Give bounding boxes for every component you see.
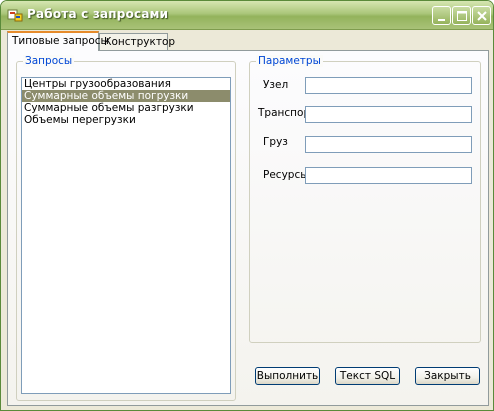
maximize-icon [457, 11, 467, 21]
resources-label: Ресурсы [263, 169, 309, 181]
node-label: Узел [263, 79, 289, 91]
params-legend: Параметры [256, 55, 323, 67]
list-item[interactable]: Суммарные объемы разгрузки [22, 102, 230, 114]
window-title: Работа с запросами [27, 7, 169, 21]
tab-typical-queries[interactable]: Типовые запросы [7, 31, 109, 51]
title-bar[interactable]: Работа с запросами [1, 1, 493, 30]
close-icon [477, 11, 487, 21]
list-item-selected[interactable]: Суммарные объемы погрузки [22, 90, 230, 102]
list-item[interactable]: Центры грузообразования [22, 78, 230, 90]
node-input[interactable] [305, 77, 472, 94]
params-group: Параметры Узел Транспорт Груз Ресурсы [249, 55, 481, 343]
maximize-button[interactable] [452, 6, 471, 25]
app-window: Работа с запросами Типовые запросы Конст… [0, 0, 494, 411]
minimize-icon [438, 19, 445, 21]
close-window-button[interactable] [472, 6, 491, 25]
minimize-button[interactable] [432, 6, 451, 25]
cargo-label: Груз [263, 136, 288, 148]
resources-input[interactable] [305, 167, 472, 184]
queries-group: Запросы Центры грузообразования Суммарны… [16, 55, 236, 401]
list-item[interactable]: Объемы перегрузки [22, 114, 230, 126]
app-icon [7, 7, 23, 23]
queries-legend: Запросы [23, 55, 75, 67]
transport-input[interactable] [305, 106, 472, 123]
sql-text-button[interactable]: Текст SQL [335, 367, 400, 385]
tab-panel-typical-queries: Запросы Центры грузообразования Суммарны… [7, 50, 489, 406]
queries-listbox[interactable]: Центры грузообразования Суммарные объемы… [21, 77, 231, 394]
execute-button[interactable]: Выполнить [255, 367, 320, 385]
cargo-input[interactable] [305, 136, 472, 153]
tab-constructor[interactable]: Конструктор [99, 33, 175, 50]
close-button[interactable]: Закрыть [415, 367, 480, 385]
